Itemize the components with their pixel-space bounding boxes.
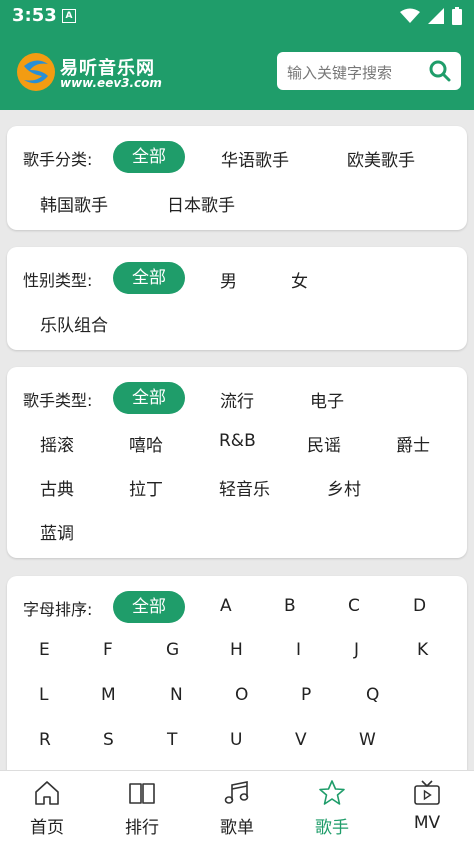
logo-domain: www.eev3.com bbox=[60, 76, 162, 90]
nav-item-home[interactable]: 首页 bbox=[0, 771, 94, 843]
bottom-nav: 首页 排行 歌单 歌手 MV bbox=[0, 770, 474, 843]
status-time: 3:53 bbox=[12, 5, 57, 26]
search-icon[interactable] bbox=[429, 60, 451, 82]
category-option[interactable]: 欧美歌手 bbox=[347, 146, 415, 171]
letter-option[interactable]: E bbox=[39, 640, 50, 660]
genre-option[interactable]: R&B bbox=[219, 431, 256, 451]
category-option[interactable]: 华语歌手 bbox=[221, 146, 289, 171]
star-icon bbox=[319, 780, 345, 805]
system-icons bbox=[400, 6, 462, 26]
letter-option[interactable]: P bbox=[301, 685, 311, 705]
tv-play-icon bbox=[414, 780, 440, 805]
letter-option[interactable]: V bbox=[295, 730, 307, 750]
letter-option[interactable]: R bbox=[39, 730, 51, 750]
genre-filter-card: 歌手类型: 全部 流行 电子 摇滚 嘻哈 R&B 民谣 爵士 古典 拉丁 轻音乐… bbox=[7, 367, 467, 558]
genre-option[interactable]: 古典 bbox=[40, 475, 74, 500]
signal-icon bbox=[428, 8, 444, 24]
genre-option[interactable]: 民谣 bbox=[307, 431, 341, 456]
nav-item-playlist[interactable]: 歌单 bbox=[190, 771, 284, 843]
genre-option[interactable]: 全部 bbox=[113, 382, 185, 414]
genre-option[interactable]: 摇滚 bbox=[40, 431, 74, 456]
nav-label: 排行 bbox=[125, 818, 159, 838]
filter-label: 歌手类型: bbox=[23, 391, 93, 410]
genre-option[interactable]: 嘻哈 bbox=[129, 431, 163, 456]
gender-option[interactable]: 乐队组合 bbox=[40, 311, 108, 336]
letter-option[interactable]: C bbox=[348, 596, 360, 616]
letter-option[interactable]: L bbox=[39, 685, 48, 705]
status-bar: 3:53 A bbox=[0, 0, 474, 32]
notification-icon: A bbox=[62, 9, 76, 23]
logo-mark-icon bbox=[17, 53, 55, 91]
nav-label: MV bbox=[413, 813, 441, 833]
letter-option[interactable]: U bbox=[230, 730, 242, 750]
letter-option[interactable]: H bbox=[230, 640, 243, 660]
search-input[interactable]: 输入关键字搜索 bbox=[287, 62, 392, 83]
music-note-icon bbox=[224, 781, 249, 804]
genre-option[interactable]: 拉丁 bbox=[129, 475, 163, 500]
letter-option[interactable]: J bbox=[354, 640, 359, 660]
battery-icon bbox=[452, 7, 462, 25]
genre-option[interactable]: 电子 bbox=[310, 387, 344, 412]
nav-label: 歌手 bbox=[315, 818, 349, 838]
genre-option[interactable]: 蓝调 bbox=[40, 519, 74, 544]
letter-filter-card: 字母排序: 全部 A B C D E F G H I J K L M N O P… bbox=[7, 576, 467, 770]
category-option[interactable]: 全部 bbox=[113, 141, 185, 173]
genre-option[interactable]: 爵士 bbox=[396, 431, 430, 456]
letter-option[interactable]: D bbox=[413, 596, 426, 616]
nav-item-mv[interactable]: MV bbox=[380, 771, 474, 843]
filter-label: 歌手分类: bbox=[23, 150, 93, 169]
letter-option[interactable]: I bbox=[296, 640, 301, 660]
gender-option[interactable]: 全部 bbox=[113, 262, 185, 294]
letter-option[interactable]: A bbox=[220, 596, 232, 616]
wifi-icon bbox=[400, 8, 420, 23]
letter-option[interactable]: Q bbox=[366, 685, 379, 705]
letter-option[interactable]: O bbox=[235, 685, 248, 705]
search-box[interactable]: 输入关键字搜索 bbox=[277, 52, 461, 90]
nav-item-ranking[interactable]: 排行 bbox=[95, 771, 189, 843]
letter-option[interactable]: M bbox=[101, 685, 116, 705]
book-icon bbox=[129, 783, 155, 804]
filter-label: 字母排序: bbox=[23, 600, 93, 619]
category-filter-card: 歌手分类: 全部 华语歌手 欧美歌手 韩国歌手 日本歌手 bbox=[7, 126, 467, 230]
app-header: 易听音乐网 www.eev3.com 输入关键字搜索 bbox=[0, 32, 474, 110]
genre-option[interactable]: 乡村 bbox=[327, 475, 361, 500]
letter-option[interactable]: 全部 bbox=[113, 591, 185, 623]
letter-option[interactable]: S bbox=[103, 730, 114, 750]
letter-option[interactable]: G bbox=[166, 640, 179, 660]
gender-filter-card: 性别类型: 全部 男 女 乐队组合 bbox=[7, 247, 467, 350]
filter-panel: 歌手分类: 全部 华语歌手 欧美歌手 韩国歌手 日本歌手 性别类型: 全部 男 … bbox=[0, 110, 474, 770]
letter-option[interactable]: B bbox=[284, 596, 296, 616]
gender-option[interactable]: 女 bbox=[291, 267, 308, 292]
filter-label: 性别类型: bbox=[23, 271, 93, 290]
nav-label: 歌单 bbox=[220, 818, 254, 838]
letter-option[interactable]: F bbox=[103, 640, 113, 660]
letter-option[interactable]: N bbox=[170, 685, 183, 705]
gender-option[interactable]: 男 bbox=[220, 267, 237, 292]
letter-option[interactable]: K bbox=[417, 640, 428, 660]
site-logo[interactable]: 易听音乐网 www.eev3.com bbox=[16, 50, 176, 94]
nav-label: 首页 bbox=[30, 818, 64, 838]
genre-option[interactable]: 轻音乐 bbox=[219, 475, 270, 500]
nav-item-singer[interactable]: 歌手 bbox=[285, 771, 379, 843]
category-option[interactable]: 韩国歌手 bbox=[40, 191, 108, 216]
home-icon bbox=[35, 781, 59, 805]
category-option[interactable]: 日本歌手 bbox=[167, 191, 235, 216]
letter-option[interactable]: T bbox=[167, 730, 177, 750]
genre-option[interactable]: 流行 bbox=[220, 387, 254, 412]
letter-option[interactable]: W bbox=[359, 730, 376, 750]
